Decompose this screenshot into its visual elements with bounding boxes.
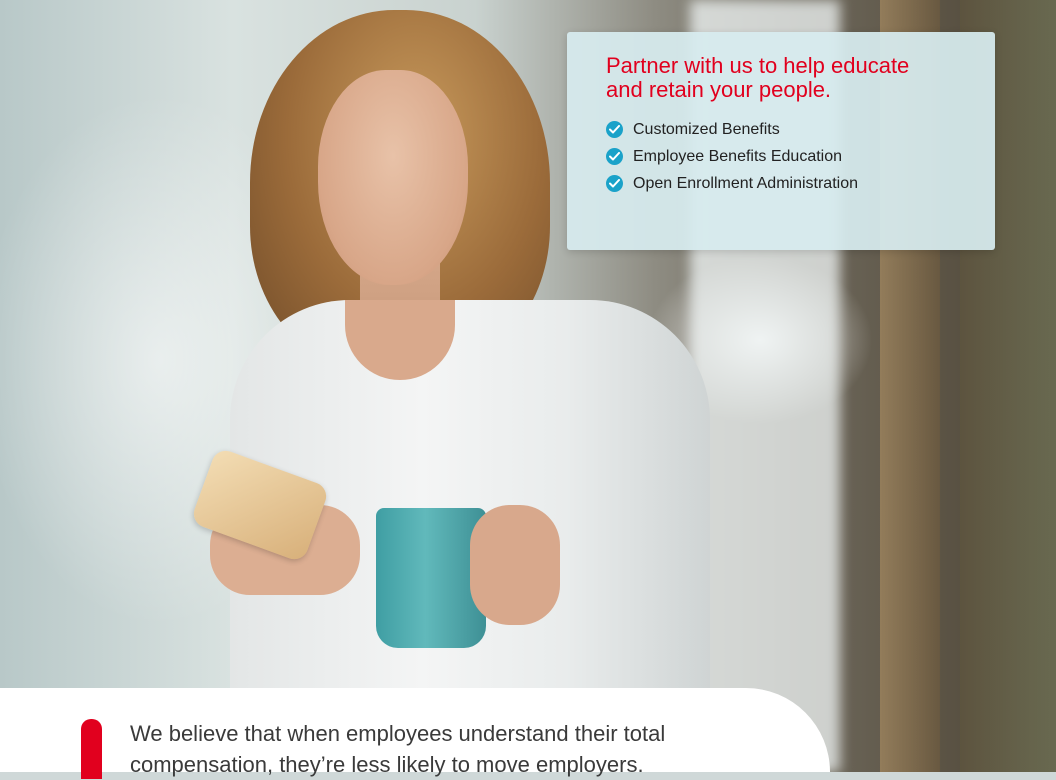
list-item-label: Customized Benefits [633,121,780,138]
check-circle-icon [606,175,623,192]
check-circle-icon [606,148,623,165]
benefits-list: Customized Benefits Employee Benefits Ed… [606,116,971,197]
list-item-label: Employee Benefits Education [633,148,843,165]
woman-face [318,70,468,285]
woman-hand-right [470,505,560,625]
list-item-label: Open Enrollment Administration [633,175,858,192]
accent-bar [81,719,102,779]
list-item: Employee Benefits Education [606,143,971,170]
check-circle-icon [606,121,623,138]
list-item: Customized Benefits [606,116,971,143]
body-text: We believe that when employees understan… [130,721,666,777]
card-heading: Partner with us to help educate and reta… [606,53,910,102]
list-item: Open Enrollment Administration [606,170,971,197]
info-card: Partner with us to help educate and reta… [567,32,995,250]
